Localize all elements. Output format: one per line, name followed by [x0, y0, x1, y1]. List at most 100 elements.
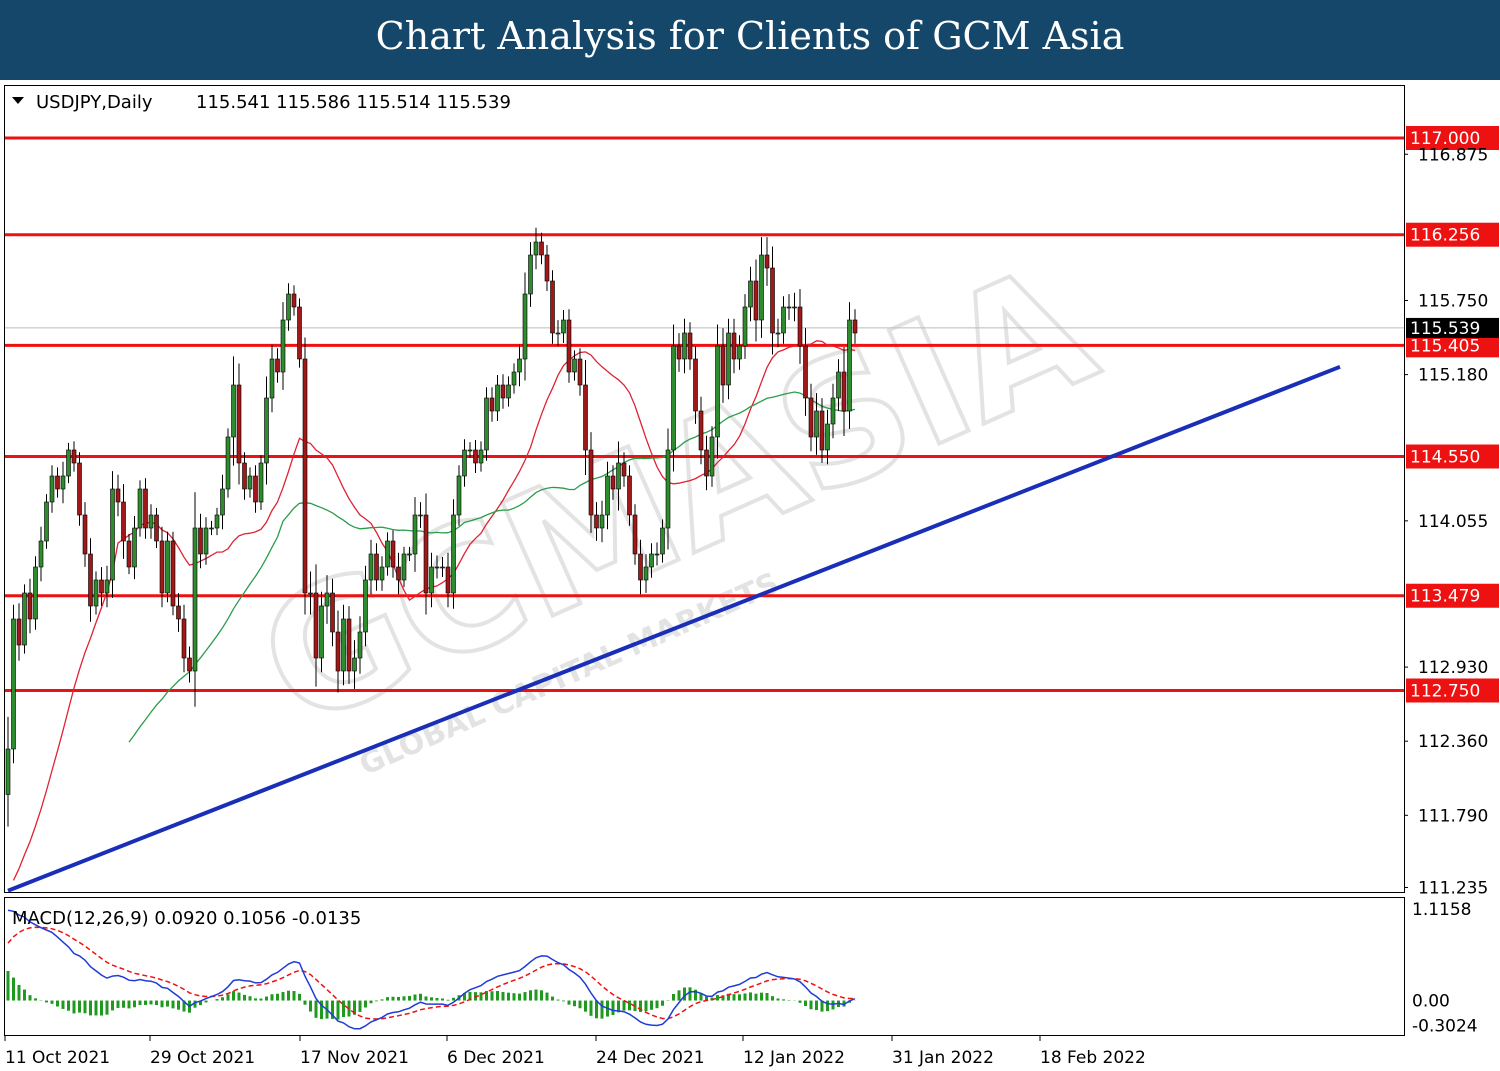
candle-body [742, 306, 748, 347]
candle-body [588, 449, 594, 516]
header-banner: Chart Analysis for Clients of GCM Asia [0, 0, 1500, 80]
candle-body [550, 280, 555, 334]
level-tag-label: 113.479 [1410, 587, 1480, 607]
candle-body [412, 514, 418, 555]
candle-body [781, 306, 786, 334]
candle-body [665, 449, 671, 529]
candle-body [715, 345, 720, 438]
candle-body [368, 553, 374, 581]
candle-body [291, 293, 297, 308]
candle-body [764, 254, 770, 269]
price-axis-layer: 116.875 115.750 115.180 114.055 112.930 112.3… [1404, 145, 1499, 898]
candle-body [60, 475, 66, 490]
candle-body [77, 462, 82, 516]
candle-body [231, 384, 236, 438]
time-tick-label: 24 Dec 2021 [596, 1048, 705, 1068]
candle-30 [170, 531, 176, 616]
candle-body [33, 566, 38, 620]
candle-body [456, 475, 462, 516]
candle-body [583, 384, 588, 451]
candle-body [616, 462, 621, 490]
candle-7 [44, 494, 49, 549]
time-tick-label: 6 Dec 2021 [447, 1048, 545, 1068]
candle-body [770, 267, 775, 334]
candle-body [275, 358, 280, 373]
candle-body [528, 254, 533, 295]
candle-body [792, 306, 797, 309]
candle-body [154, 514, 159, 542]
candle-body [374, 553, 379, 581]
macd-tick-label: 1.1158 [1412, 900, 1471, 920]
candle-body [242, 462, 247, 490]
candle-body [621, 462, 627, 477]
candle-body [467, 449, 473, 452]
candle-body [99, 579, 104, 594]
candle-body [385, 540, 390, 568]
candle-body [88, 553, 93, 607]
candle-body [66, 449, 71, 477]
candle-body [313, 592, 319, 659]
candle-body [192, 527, 198, 672]
candle-body [44, 501, 49, 542]
ohlc-readout: 115.541 115.586 115.514 115.539 [196, 92, 511, 113]
candle-40 [225, 428, 231, 498]
candle-body [401, 553, 407, 581]
candle-body [654, 553, 660, 556]
price-tick-label: 112.360 [1418, 732, 1488, 752]
candle-body [22, 592, 27, 646]
candle-46 [258, 455, 264, 510]
candle-body [423, 514, 429, 594]
candle-3 [22, 584, 27, 654]
candle-body [577, 358, 583, 386]
price-tick-label: 112.930 [1418, 658, 1488, 678]
candle-body [561, 319, 566, 334]
candle-body [484, 397, 489, 451]
candle-body [544, 254, 550, 282]
price-tick-label: 116.875 [1418, 145, 1488, 165]
candle-body [852, 319, 858, 334]
candle-body [632, 514, 638, 555]
candle-body [748, 280, 753, 308]
candle-body [247, 475, 253, 490]
candle-body [390, 540, 396, 568]
price-tick-label: 115.180 [1418, 366, 1488, 386]
candle-body [830, 397, 836, 425]
candle-body [407, 553, 412, 556]
candle-body [363, 579, 368, 633]
candle-body [599, 514, 605, 529]
candle-body [720, 345, 726, 386]
candle-body [11, 618, 16, 750]
candle-1 [11, 604, 16, 764]
candle-body [181, 618, 187, 659]
candle-body [649, 553, 654, 568]
candle-body [726, 332, 731, 386]
candle-body [38, 540, 44, 568]
candle-body [198, 527, 203, 555]
candle-body [797, 306, 803, 347]
candle-body [126, 540, 132, 568]
candle-body [335, 631, 341, 672]
candle-5 [33, 556, 38, 630]
current-price-tag-label: 115.539 [1410, 319, 1480, 339]
candle-body [539, 241, 544, 256]
level-tag-113.479: 113.479 [1406, 583, 1499, 608]
candle-body [638, 553, 643, 581]
candle-body [214, 514, 220, 529]
candle-body [709, 436, 715, 477]
candle-body [110, 488, 115, 581]
macd-tick-label: -0.3024 [1412, 1016, 1478, 1036]
time-tick-label: 12 Jan 2022 [743, 1048, 845, 1068]
candle-body [786, 306, 792, 309]
candle-body [572, 358, 577, 373]
macd-label: MACD(12,26,9) 0.0920 0.1056 -0.0135 [12, 908, 361, 929]
time-tick-label: 17 Nov 2021 [300, 1048, 409, 1068]
candle-body [753, 280, 759, 321]
candle-body [500, 384, 506, 399]
candle-body [379, 566, 385, 581]
candle-body [137, 488, 143, 529]
candle-body [698, 410, 704, 451]
price-tick-label: 111.790 [1418, 806, 1488, 826]
candle-body [775, 332, 781, 335]
candle-body [610, 475, 616, 490]
candle-body [495, 384, 500, 412]
